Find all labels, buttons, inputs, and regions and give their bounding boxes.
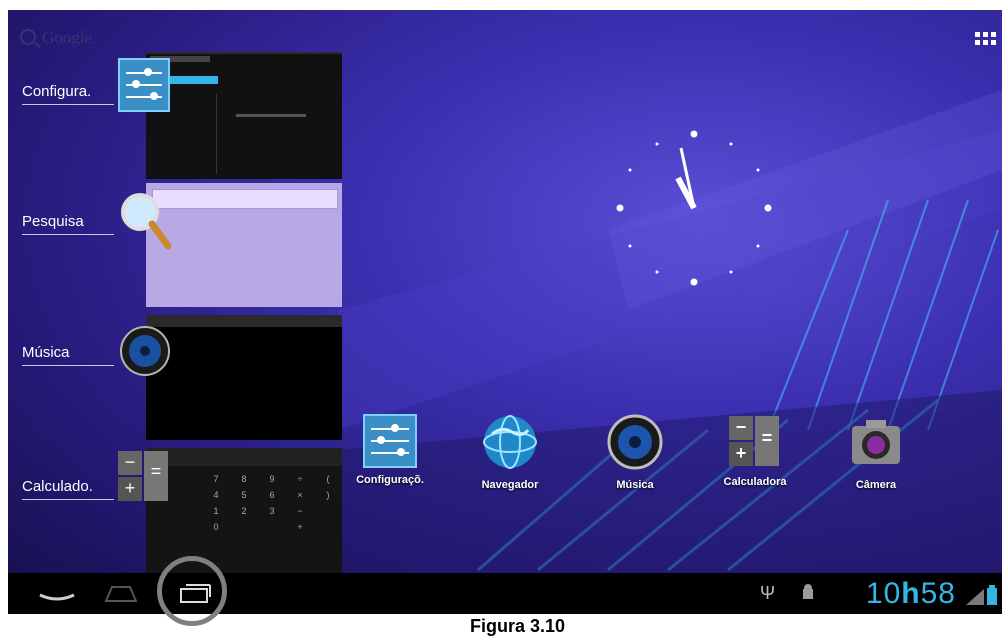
recent-thumbnail-calculator[interactable]: 7 8 9 ÷ (4 5 6 ×) 1 2 3 − 0 +: [146, 448, 342, 573]
recent-thumbnail-search[interactable]: [146, 183, 342, 307]
recent-thumbnail-settings[interactable]: [146, 52, 342, 179]
speaker-icon: [607, 414, 663, 470]
magnifier-icon: [121, 193, 172, 250]
dock-settings[interactable]: Configuraçõ.: [340, 414, 440, 486]
camera-icon: [852, 420, 900, 464]
calc-key: [314, 522, 342, 532]
calc-key: [258, 522, 286, 532]
dock-label: Configuraçõ.: [356, 474, 424, 486]
dock-music[interactable]: Música: [585, 414, 685, 491]
apps-grid-icon[interactable]: [975, 32, 996, 45]
calc-key: 8: [241, 474, 247, 484]
calc-key: 0: [213, 522, 219, 532]
calc-key: 7: [213, 474, 219, 484]
calc-key: 6: [269, 490, 275, 500]
back-icon[interactable]: [38, 585, 76, 603]
recent-app-label[interactable]: Calculado.: [22, 478, 114, 500]
calc-key: ): [326, 490, 330, 500]
figure-caption: Figura 3.10: [470, 616, 566, 636]
calc-key: [230, 522, 258, 532]
dock-browser[interactable]: Navegador: [460, 414, 560, 491]
calc-key: 3: [269, 506, 275, 516]
status-clock[interactable]: 10h58: [866, 577, 956, 611]
calc-key: 9: [269, 474, 275, 484]
android-debug-icon: [803, 584, 813, 599]
speaker-icon: [120, 326, 170, 376]
calc-key: −: [297, 506, 303, 516]
battery-icon: [987, 585, 997, 605]
recent-app-label[interactable]: Pesquisa: [22, 213, 114, 235]
globe-icon: [483, 415, 537, 469]
settings-sliders-icon: [118, 58, 170, 112]
dock-camera[interactable]: Câmera: [826, 414, 926, 491]
signal-icon: [966, 589, 984, 605]
calc-key: (: [326, 474, 330, 484]
home-icon[interactable]: [104, 581, 138, 605]
usb-icon: Ψ: [760, 583, 776, 603]
calc-key: 4: [213, 490, 219, 500]
calc-key: [314, 506, 342, 516]
dock-label: Câmera: [855, 479, 897, 491]
search-icon: [20, 29, 36, 45]
settings-sliders-icon: [363, 414, 417, 468]
calculator-icon: − = +: [727, 414, 783, 470]
recent-app-label[interactable]: Configura.: [22, 83, 114, 105]
google-search-bar[interactable]: Google: [20, 28, 92, 48]
calc-key: ×: [297, 490, 303, 500]
calc-key: +: [297, 522, 303, 532]
home-screen: Google Configura. Pesquisa Música 7 8 9 …: [8, 10, 1002, 614]
calc-key: 5: [241, 490, 247, 500]
recent-thumbnail-music[interactable]: [146, 315, 342, 440]
calc-key: 1: [213, 506, 219, 516]
recent-app-label[interactable]: Música: [22, 344, 114, 366]
dock-label: Navegador: [481, 479, 539, 491]
dock-label: Música: [616, 479, 654, 491]
dock-calculator[interactable]: − = + Calculadora: [705, 414, 805, 488]
calc-key: 2: [241, 506, 247, 516]
dock-label: Calculadora: [723, 476, 787, 488]
calc-key: ÷: [297, 474, 303, 484]
highlight-circle: [157, 556, 227, 626]
calculator-icon: − = +: [118, 451, 172, 505]
